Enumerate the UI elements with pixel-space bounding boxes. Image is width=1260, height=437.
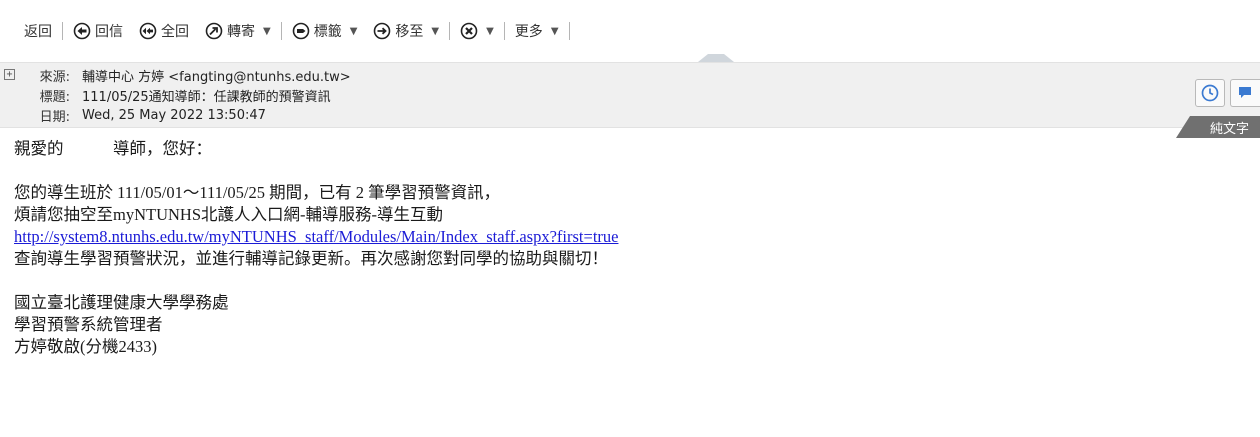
toolbar-divider <box>449 22 451 40</box>
signature-line: 國立臺北護理健康大學學務處 <box>14 293 229 312</box>
chat-icon <box>1238 87 1251 98</box>
chat-button[interactable] <box>1230 79 1260 107</box>
move-to-dropdown-icon[interactable]: ▼ <box>431 26 439 37</box>
toolbar-row: 返回 回信 全回 轉寄 ▼ 標籤 ▼ 移至 ▼ ▼ 更多 ▼ <box>20 18 576 44</box>
subject-value: 111/05/25通知導師：任課教師的預警資訊 <box>82 89 331 105</box>
reply-button[interactable]: 回信 <box>69 21 127 41</box>
more-dropdown-icon: ▼ <box>550 25 559 37</box>
body-line: 您的導生班於 111/05/01～111/05/25 期間，已有 2 筆學習預警… <box>14 183 501 202</box>
subject-row: 標題: 111/05/25通知導師：任課教師的預警資訊 <box>6 85 331 105</box>
tag-label: 標籤 <box>313 24 342 40</box>
tag-dropdown-icon[interactable]: ▼ <box>350 26 358 37</box>
back-button[interactable]: 返回 <box>20 21 56 41</box>
from-value: 輔導中心 方婷 <fangting@ntunhs.edu.tw> <box>82 69 351 85</box>
message-header: + 來源: 輔導中心 方婷 <fangting@ntunhs.edu.tw> 標… <box>0 62 1260 128</box>
expand-header-icon[interactable]: + <box>4 69 15 80</box>
plain-text-tab[interactable]: 純文字 <box>1176 116 1260 138</box>
delete-dropdown-icon[interactable]: ▼ <box>486 26 494 37</box>
more-button[interactable]: 更多 ▼ <box>511 21 563 41</box>
date-label: 日期: <box>39 109 70 125</box>
reply-all-icon <box>139 22 157 40</box>
date-value: Wed, 25 May 2022 13:50:47 <box>82 107 266 123</box>
reply-all-label: 全回 <box>161 24 189 40</box>
forward-dropdown-icon[interactable]: ▼ <box>263 26 271 37</box>
signature-line: 學習預警系統管理者 <box>14 315 163 334</box>
portal-link[interactable]: http://system8.ntunhs.edu.tw/myNTUNHS_st… <box>14 227 618 246</box>
delete-button[interactable]: ▼ <box>456 22 498 40</box>
move-to-label: 移至 <box>395 24 424 40</box>
collapse-handle-icon[interactable] <box>698 54 734 62</box>
subject-label: 標題: <box>39 89 70 105</box>
toolbar: 返回 回信 全回 轉寄 ▼ 標籤 ▼ 移至 ▼ ▼ 更多 ▼ <box>0 0 1260 62</box>
more-label: 更多 <box>514 24 543 40</box>
tag-button[interactable]: 標籤 ▼ <box>288 21 362 41</box>
toolbar-divider <box>62 22 63 40</box>
tag-icon <box>292 22 310 40</box>
forward-button[interactable]: 轉寄 ▼ <box>201 21 275 41</box>
greeting-text: 親愛的 導師，您好： <box>14 139 212 158</box>
delete-icon <box>460 22 478 40</box>
schedule-button[interactable] <box>1195 79 1225 107</box>
reply-icon <box>73 22 91 40</box>
forward-label: 轉寄 <box>227 24 255 40</box>
toolbar-divider <box>568 22 570 40</box>
forward-icon <box>205 22 223 40</box>
reply-label: 回信 <box>95 24 123 40</box>
back-label: 返回 <box>24 24 52 40</box>
toolbar-divider <box>503 22 505 40</box>
move-to-button[interactable]: 移至 ▼ <box>369 21 443 41</box>
message-body: 親愛的 導師，您好： 您的導生班於 111/05/01～111/05/25 期間… <box>14 138 618 358</box>
date-row: 日期: Wed, 25 May 2022 13:50:47 <box>6 105 266 125</box>
plain-text-label: 純文字 <box>1210 122 1250 137</box>
reply-all-button[interactable]: 全回 <box>135 21 193 41</box>
body-line: 煩請您抽空至myNTUNHS北護人入口網-輔導服務-導生互動 <box>14 205 443 224</box>
body-line: 查詢導生學習預警狀況，並進行輔導記錄更新。再次感謝您對同學的協助與關切！ <box>14 249 608 268</box>
from-label: 來源: <box>39 69 70 85</box>
signature-line: 方婷敬啟(分機2433) <box>14 337 157 356</box>
from-row: + 來源: 輔導中心 方婷 <fangting@ntunhs.edu.tw> <box>4 65 351 85</box>
move-to-icon <box>373 22 391 40</box>
clock-icon <box>1201 84 1219 102</box>
toolbar-divider <box>280 22 282 40</box>
